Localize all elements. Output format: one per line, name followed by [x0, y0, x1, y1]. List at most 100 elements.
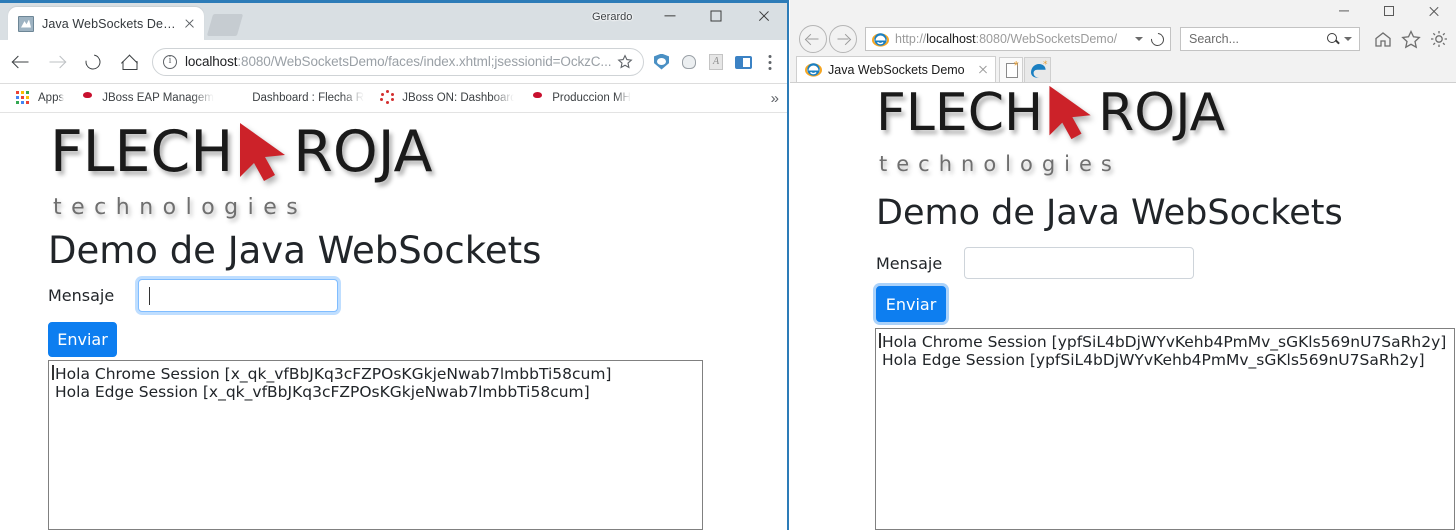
favorites-star-icon[interactable] [1400, 28, 1422, 50]
message-label: Mensaje [48, 286, 114, 305]
extension-icons [648, 50, 757, 74]
address-bar-host: localhost [926, 32, 975, 46]
settings-gear-icon[interactable] [1428, 28, 1450, 50]
message-log[interactable]: Hola Chrome Session [x_qk_vfBbJKq3cFZPOs… [48, 360, 703, 530]
chevron-down-icon[interactable] [1341, 32, 1355, 46]
text-caret [149, 287, 150, 305]
screenshot-root: Java WebSockets Demo Gerardo localhost:8… [0, 0, 1456, 530]
refresh-icon[interactable] [1148, 30, 1166, 48]
ghost-icon[interactable] [677, 50, 701, 74]
red-cursor-arrow-icon [233, 121, 293, 183]
green-circle-icon [230, 90, 246, 106]
kebab-menu-icon[interactable] [757, 49, 783, 75]
log-line: Hola Edge Session [x_qk_vfBbJKq3cFZPOsKG… [53, 383, 702, 401]
forward-button[interactable] [829, 25, 857, 53]
chrome-profile-button[interactable]: Gerardo [592, 8, 632, 26]
logo-subtitle: technologies [879, 154, 1225, 175]
ie-logo-icon [805, 61, 822, 78]
address-bar-scheme: http:// [895, 32, 926, 46]
address-bar[interactable]: localhost:8080/WebSocketsDemo/faces/inde… [152, 48, 644, 76]
bookmark-dashboard-flecha-roja[interactable]: Dashboard : Flecha Roja [222, 86, 372, 110]
bookmarks-overflow-button[interactable]: » [771, 91, 779, 106]
ie-navigation-bar: http://localhost:8080/WebSocketsDemo/ Se… [790, 22, 1456, 56]
page-title: Demo de Java WebSockets [876, 194, 1343, 233]
close-icon[interactable] [975, 62, 991, 78]
send-button[interactable]: Enviar [48, 322, 117, 357]
new-tab-button[interactable] [207, 14, 243, 36]
shield-icon[interactable] [650, 50, 674, 74]
info-circle-icon[interactable] [163, 55, 177, 69]
edge-logo-icon[interactable]: * [1024, 57, 1051, 82]
message-log[interactable]: Hola Chrome Session [ypfSiL4bDjWYvKehb4P… [875, 328, 1455, 530]
bookmark-produccion-mh[interactable]: Produccion MH [522, 86, 639, 110]
send-button[interactable]: Enviar [876, 286, 946, 322]
ie-tab[interactable]: Java WebSockets Demo [796, 56, 996, 82]
bookmark-label: JBoss EAP Management [102, 92, 214, 104]
jboss-icon [80, 90, 96, 106]
address-bar-url: localhost:8080/WebSocketsDemo/faces/inde… [185, 54, 611, 69]
window-maximize-button[interactable] [1366, 0, 1411, 22]
red-dots-icon [380, 90, 396, 106]
home-button[interactable] [114, 47, 144, 77]
window-maximize-button[interactable] [693, 0, 739, 32]
new-tab-button[interactable] [999, 57, 1023, 82]
back-button[interactable] [799, 25, 827, 53]
reload-button[interactable] [78, 47, 108, 77]
message-input[interactable] [964, 247, 1194, 279]
address-bar-url: http://localhost:8080/WebSocketsDemo/ [895, 32, 1132, 46]
reload-icon [83, 51, 104, 72]
page-image-favicon-icon [18, 16, 34, 32]
bookmark-label: Produccion MH [552, 92, 631, 104]
home-icon [122, 55, 137, 69]
message-form-row: Mensaje [48, 279, 338, 312]
back-button[interactable] [6, 47, 36, 77]
bookmark-star-icon[interactable] [617, 54, 633, 70]
forward-circle-icon [837, 34, 850, 45]
window-minimize-button[interactable] [647, 0, 693, 32]
logo-word-roja: ROJA [293, 124, 432, 181]
message-form-row: Mensaje [876, 247, 1194, 279]
log-caret [879, 333, 881, 348]
chrome-titlebar: Java WebSockets Demo Gerardo [0, 0, 789, 40]
chrome-tab[interactable]: Java WebSockets Demo [8, 7, 204, 40]
log-line: Hola Edge Session [ypfSiL4bDjWYvKehb4PmM… [880, 351, 1454, 369]
logo-wordmark: FLECH ROJA [50, 121, 433, 183]
search-icon[interactable] [1326, 32, 1341, 47]
reading-list-icon[interactable] [731, 50, 755, 74]
message-input[interactable] [138, 279, 338, 312]
bookmark-label: Dashboard : Flecha Roja [252, 92, 364, 104]
address-bar-path: :8080/WebSocketsDemo/ [976, 32, 1118, 46]
back-circle-icon [807, 34, 820, 45]
red-cursor-arrow-icon [1043, 84, 1098, 141]
address-bar[interactable]: http://localhost:8080/WebSocketsDemo/ [865, 27, 1171, 51]
ie-tab-bar: Java WebSockets Demo * [790, 53, 1456, 83]
page-title: Demo de Java WebSockets [48, 231, 541, 272]
chrome-profile-name: Gerardo [592, 11, 632, 23]
pdf-icon[interactable] [704, 50, 728, 74]
ie-page-content: FLECH ROJA technologies Demo de Java Web… [790, 84, 1456, 530]
apps-grid-icon [16, 90, 32, 106]
chevron-down-icon[interactable] [1132, 32, 1146, 46]
back-arrow-icon [14, 54, 29, 69]
window-minimize-button[interactable] [1321, 0, 1366, 22]
ie-toolbar-icons [1372, 28, 1456, 50]
svg-text:*: * [1043, 60, 1048, 70]
bookmark-jboss-on-dashboard[interactable]: JBoss ON: Dashboard [372, 86, 522, 110]
flecha-roja-logo: FLECH ROJA technologies [50, 121, 433, 219]
window-close-button[interactable] [1411, 0, 1456, 22]
home-icon[interactable] [1372, 28, 1394, 50]
bookmark-jboss-eap-management[interactable]: JBoss EAP Management [72, 86, 222, 110]
chrome-page-content: FLECH ROJA technologies Demo de Java Web… [0, 113, 787, 530]
close-icon[interactable] [180, 15, 198, 33]
logo-word-flecha: FLECH [876, 87, 1043, 139]
window-close-button[interactable] [741, 0, 787, 32]
chrome-browser-window: Java WebSockets Demo Gerardo localhost:8… [0, 0, 789, 530]
forward-button[interactable] [42, 47, 72, 77]
logo-subtitle: technologies [53, 197, 433, 219]
chrome-toolbar: localhost:8080/WebSocketsDemo/faces/inde… [0, 40, 789, 84]
search-box[interactable]: Search... [1180, 27, 1360, 51]
search-input[interactable]: Search... [1189, 32, 1326, 46]
bookmarks-bar: Apps JBoss EAP Management Dashboard : Fl… [0, 84, 789, 113]
bookmark-label: Apps [38, 92, 64, 104]
bookmark-apps[interactable]: Apps [8, 86, 72, 110]
